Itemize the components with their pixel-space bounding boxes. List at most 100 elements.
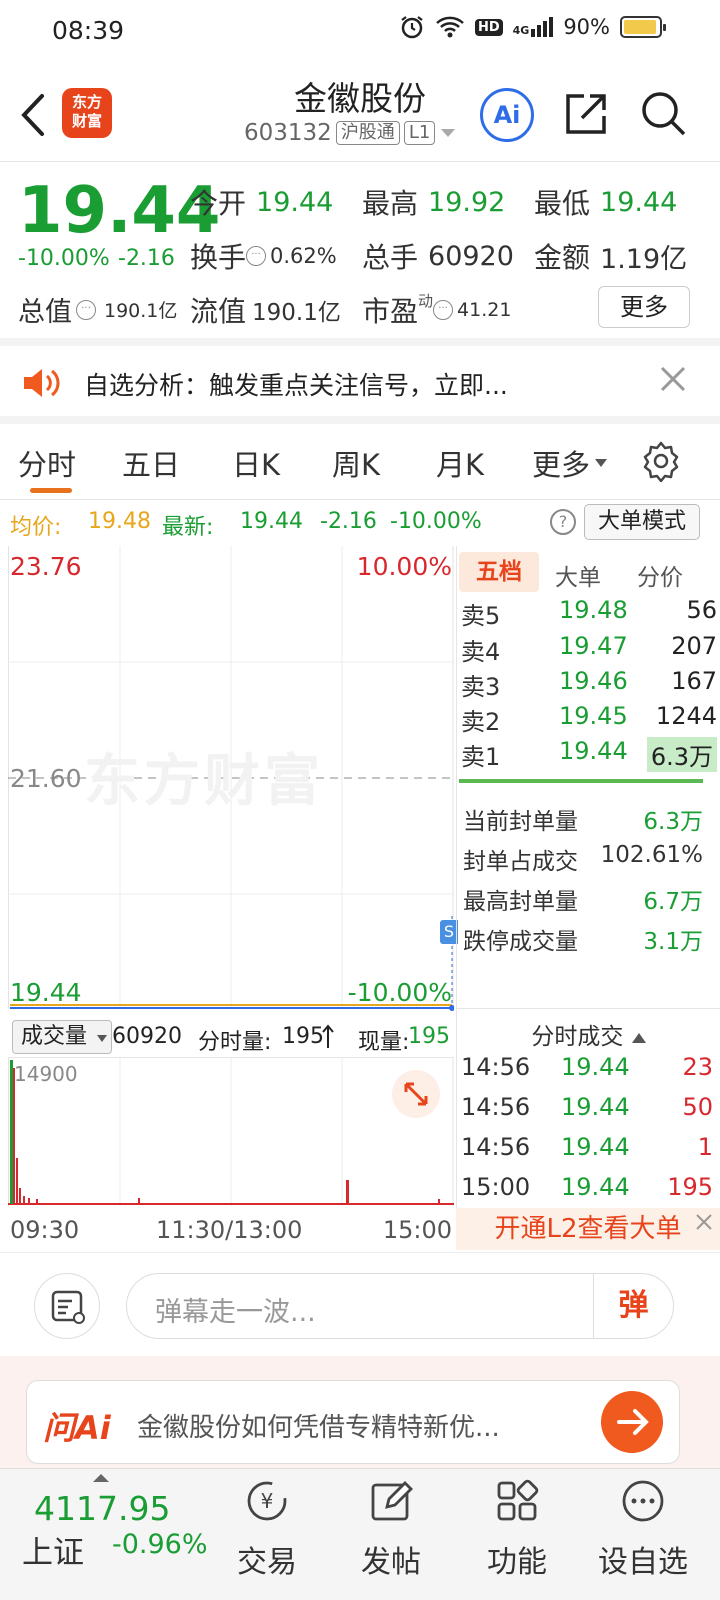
ask-price: 19.44 (559, 737, 628, 765)
low-value: 19.44 (600, 186, 678, 218)
tab-five-levels[interactable]: 五档 (459, 552, 539, 592)
low-label: 最低 (534, 187, 591, 220)
battery-percent: 90% (563, 15, 610, 39)
amount-value: 1.19亿 (600, 243, 688, 275)
ask-price: 19.48 (559, 596, 628, 624)
tick-row: 14:56 19.44 23 (461, 1053, 713, 1087)
danmu-send-button[interactable]: 弹 (593, 1274, 673, 1338)
caret-up-icon[interactable] (92, 1473, 110, 1483)
ask-divider (459, 779, 703, 783)
active-tab-indicator (30, 488, 72, 493)
more-button[interactable]: 更多 (598, 286, 690, 328)
avg-label: 均价: (10, 515, 62, 540)
total-value-label: 总值 (18, 297, 72, 328)
tab-daily-k[interactable]: 日K (232, 442, 280, 484)
tick-row: 15:00 19.44 195 (461, 1173, 713, 1207)
intraday-chart[interactable]: 东方财富 23.76 10.00% 21.60 19.44 -10.00% S (8, 546, 458, 1016)
tick-time: 14:56 (461, 1093, 531, 1121)
ask-ai-box[interactable]: 问Ai 金徽股份如何凭借专精特新优... (26, 1380, 680, 1464)
volume-indicator-dropdown[interactable]: 成交量 (12, 1020, 112, 1054)
dropdown-triangle-icon (595, 459, 608, 467)
help-icon[interactable]: ? (550, 509, 576, 535)
current-volume-label: 现量: (358, 1030, 410, 1055)
info-icon[interactable]: ··· (76, 299, 96, 320)
close-icon[interactable] (656, 362, 690, 396)
notice-bar[interactable]: 自选分析：触发重点关注信号，立即... (0, 346, 720, 424)
seal-value: 102.61% (600, 842, 703, 868)
trade-icon: ¥ (247, 1481, 287, 1521)
nav-label: 交易 (237, 1545, 297, 1580)
stock-code-row[interactable]: 603132 沪股通 L1 (244, 120, 457, 146)
volume-header: 成交量 60920 分时量: 195 现量: 195 (8, 1016, 454, 1058)
ask-ai-question: 金徽股份如何凭借专精特新优... (137, 1413, 500, 1443)
tick-header[interactable]: 分时成交 (457, 1017, 720, 1051)
nav-add-watchlist[interactable]: 设自选 (588, 1477, 698, 1581)
volume-label: 总手 (362, 241, 419, 274)
time-axis: 09:30 11:30/13:00 15:00 (8, 1210, 454, 1250)
expand-icon[interactable] (392, 1070, 440, 1118)
nav-functions[interactable]: 功能 (462, 1477, 572, 1581)
tick-volume: 195 (667, 1173, 713, 1201)
latest-label: 最新: (162, 515, 214, 540)
latest-value: 19.44 (240, 509, 303, 534)
tab-monthly-k[interactable]: 月K (436, 442, 484, 484)
index-value[interactable]: 4117.95 (34, 1489, 170, 1528)
high-field: 最高 19.92 (362, 182, 505, 222)
ask-volume: 207 (671, 632, 717, 660)
index-percent: -0.96% (112, 1529, 208, 1560)
grid-icon (497, 1479, 539, 1521)
l2-upgrade-banner[interactable]: 开通L2查看大单 (456, 1208, 720, 1250)
chart-top-price: 23.76 (10, 552, 82, 581)
ask-volume: 167 (671, 667, 717, 695)
speaker-icon (24, 369, 60, 397)
share-icon[interactable] (562, 88, 612, 138)
tab-more[interactable]: 更多 (532, 442, 608, 484)
total-value-field: 总值 ··· 190.1亿 (18, 290, 177, 329)
turnover-label: 换手 (190, 241, 247, 274)
close-icon[interactable] (692, 1210, 716, 1234)
tick-row: 14:56 19.44 50 (461, 1093, 713, 1127)
tab-weekly-k[interactable]: 周K (332, 442, 380, 484)
change-percent: -10.00% (18, 246, 110, 271)
current-volume-value: 195 (408, 1024, 450, 1049)
danmu-settings-icon[interactable] (34, 1273, 100, 1339)
nav-post[interactable]: 发帖 (336, 1477, 446, 1581)
volume-chart[interactable]: 14900 (8, 1058, 454, 1208)
stock-title: 金徽股份 (294, 79, 426, 118)
tick-price: 19.44 (561, 1053, 630, 1081)
arrow-right-icon[interactable] (601, 1391, 663, 1453)
volume-dropdown-label: 成交量 (21, 1024, 88, 1049)
tab-intraday[interactable]: 分时 (18, 442, 76, 484)
amount-label: 金额 (534, 241, 591, 274)
search-icon[interactable] (638, 88, 688, 138)
tick-header-label: 分时成交 (531, 1024, 624, 1050)
nav-trade[interactable]: ¥ 交易 (212, 1477, 322, 1581)
tick-price: 19.44 (561, 1093, 630, 1121)
info-icon[interactable]: ··· (433, 300, 454, 320)
index-name: 上证 (22, 1535, 84, 1571)
tab-five-day[interactable]: 五日 (122, 442, 180, 484)
high-value: 19.92 (428, 186, 506, 218)
open-label: 今开 (190, 187, 247, 220)
pe-value: 41.21 (457, 299, 512, 321)
tick-time: 14:56 (461, 1053, 531, 1081)
info-icon[interactable]: ··· (246, 246, 267, 266)
nav-label: 发帖 (361, 1545, 421, 1580)
tab-big-orders[interactable]: 大单 (555, 558, 601, 592)
tab-price-dist[interactable]: 分价 (637, 558, 683, 592)
latest-change: -2.16 (320, 509, 377, 534)
wifi-icon (436, 16, 464, 38)
arrow-up-icon (322, 1024, 334, 1048)
ask-volume: 56 (686, 596, 717, 624)
ask-row: 卖3 19.46 167 (459, 667, 717, 701)
tick-volume: 50 (682, 1093, 713, 1121)
ai-icon[interactable]: Ai (480, 88, 534, 142)
watermark: 东方财富 (84, 749, 324, 814)
average-price-row: 均价: 19.48 最新: 19.44 -2.16 -10.00% ? 大单模式 (0, 500, 720, 544)
gear-icon[interactable] (640, 440, 682, 482)
danmu-input[interactable]: 弹幕走一波... 弹 (126, 1273, 674, 1339)
seal-value: 6.7万 (643, 889, 703, 915)
big-order-mode-button[interactable]: 大单模式 (584, 504, 700, 540)
time-axis-label: 15:00 (382, 1216, 452, 1244)
tick-price: 19.44 (561, 1173, 630, 1201)
